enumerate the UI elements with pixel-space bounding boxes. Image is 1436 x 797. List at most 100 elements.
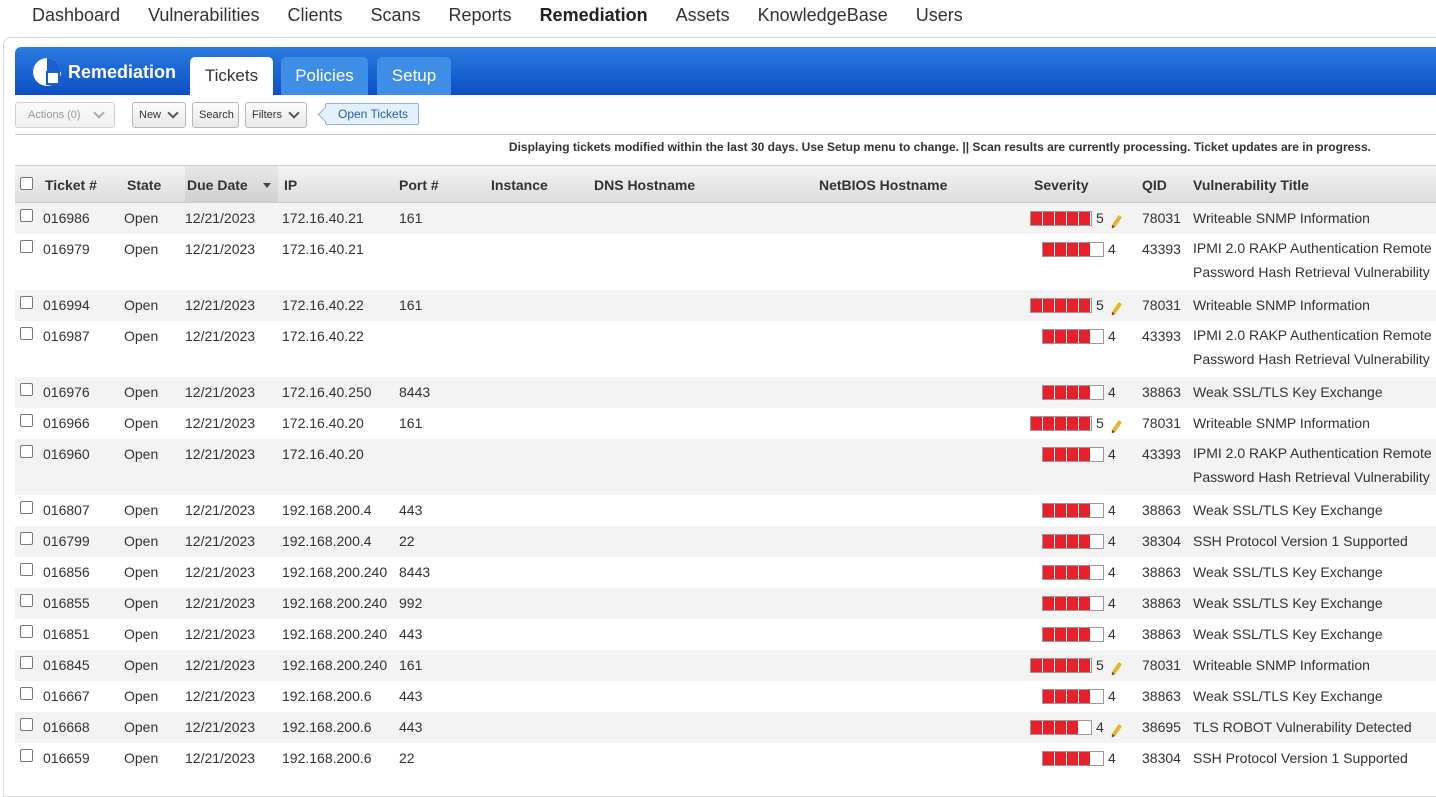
- col-instance[interactable]: Instance: [491, 177, 548, 193]
- col-qid[interactable]: QID: [1142, 177, 1167, 193]
- row-checkbox[interactable]: [20, 749, 33, 762]
- pencil-icon[interactable]: [1111, 214, 1123, 228]
- row-checkbox[interactable]: [20, 563, 33, 576]
- row-checkbox[interactable]: [20, 594, 33, 607]
- row-checkbox[interactable]: [20, 383, 33, 396]
- col-port[interactable]: Port #: [399, 177, 439, 193]
- nav-reports[interactable]: Reports: [449, 5, 512, 26]
- col-ip[interactable]: IP: [284, 177, 297, 193]
- nav-remediation[interactable]: Remediation: [540, 5, 648, 26]
- ticket-state: Open: [124, 688, 159, 704]
- table-row[interactable]: 016799 Open 12/21/2023 192.168.200.4 22 4 3830…: [15, 526, 1436, 557]
- severity-bar: [1042, 751, 1104, 766]
- severity-segment: [1067, 628, 1079, 641]
- port-number: 161: [399, 657, 423, 673]
- severity-segment: [1067, 386, 1079, 399]
- ticket-state: Open: [124, 719, 159, 735]
- col-ticket[interactable]: Ticket #: [45, 177, 97, 193]
- tab-setup[interactable]: Setup: [377, 57, 451, 95]
- qid: 38863: [1142, 626, 1181, 642]
- severity-segment: [1067, 417, 1079, 430]
- row-checkbox[interactable]: [20, 501, 33, 514]
- table-row[interactable]: 016976 Open 12/21/2023 172.16.40.250 8443 4 38…: [15, 377, 1436, 408]
- search-button[interactable]: Search: [192, 102, 239, 128]
- remediation-logo-icon: [32, 57, 62, 87]
- nav-clients[interactable]: Clients: [287, 5, 342, 26]
- severity-level: 5: [1096, 297, 1104, 313]
- vulnerability-title: Weak SSL/TLS Key Exchange: [1193, 502, 1383, 518]
- col-state[interactable]: State: [127, 177, 161, 193]
- row-checkbox[interactable]: [20, 718, 33, 731]
- severity-segment: [1079, 212, 1091, 225]
- row-checkbox[interactable]: [20, 532, 33, 545]
- table-row[interactable]: 016845 Open 12/21/2023 192.168.200.240 161 5 7…: [15, 650, 1436, 681]
- severity-bar: [1042, 534, 1104, 549]
- nav-knowledgebase[interactable]: KnowledgeBase: [758, 5, 888, 26]
- select-all-checkbox[interactable]: [20, 177, 33, 190]
- row-checkbox[interactable]: [20, 687, 33, 700]
- table-row[interactable]: 016667 Open 12/21/2023 192.168.200.6 443 4 388…: [15, 681, 1436, 712]
- actions-dropdown[interactable]: Actions (0): [15, 102, 115, 128]
- row-checkbox[interactable]: [20, 445, 33, 458]
- table-row[interactable]: 016987 Open 12/21/2023 172.16.40.22 4 43393 IP…: [15, 321, 1436, 377]
- table-row[interactable]: 016856 Open 12/21/2023 192.168.200.240 8443 4…: [15, 557, 1436, 588]
- col-severity[interactable]: Severity: [1034, 177, 1088, 193]
- severity-segment: [1067, 659, 1079, 672]
- row-checkbox[interactable]: [20, 625, 33, 638]
- ip-address: 192.168.200.240: [282, 564, 388, 580]
- severity-segment: [1079, 597, 1091, 610]
- table-row[interactable]: 016807 Open 12/21/2023 192.168.200.4 443 4 388…: [15, 495, 1436, 526]
- table-row[interactable]: 016668 Open 12/21/2023 192.168.200.6 443 4 386…: [15, 712, 1436, 743]
- row-checkbox[interactable]: [20, 656, 33, 669]
- nav-assets[interactable]: Assets: [676, 5, 730, 26]
- pencil-icon[interactable]: [1111, 723, 1123, 737]
- new-dropdown[interactable]: New: [132, 102, 186, 128]
- new-label: New: [139, 109, 162, 121]
- row-checkbox[interactable]: [20, 209, 33, 222]
- tab-tickets[interactable]: Tickets: [190, 57, 273, 95]
- severity-segment: [1067, 330, 1079, 343]
- severity-level: 4: [1096, 719, 1104, 735]
- nav-users[interactable]: Users: [916, 5, 963, 26]
- table-row[interactable]: 016960 Open 12/21/2023 172.16.40.20 4 43393 IP…: [15, 439, 1436, 495]
- severity-segment: [1091, 628, 1103, 641]
- nav-vulnerabilities[interactable]: Vulnerabilities: [148, 5, 259, 26]
- table-row[interactable]: 016851 Open 12/21/2023 192.168.200.240 443 4 3…: [15, 619, 1436, 650]
- module-header-bar: Remediation Tickets Policies Setup: [15, 47, 1436, 95]
- col-due-date[interactable]: Due Date: [187, 177, 248, 193]
- top-nav: Dashboard Vulnerabilities Clients Scans Repo…: [0, 0, 1436, 30]
- nav-dashboard[interactable]: Dashboard: [32, 5, 120, 26]
- severity-segment: [1055, 386, 1067, 399]
- row-checkbox[interactable]: [20, 240, 33, 253]
- nav-scans[interactable]: Scans: [371, 5, 421, 26]
- pencil-icon[interactable]: [1111, 419, 1123, 433]
- due-date: 12/21/2023: [185, 241, 256, 257]
- pencil-icon[interactable]: [1111, 301, 1123, 315]
- severity-segment: [1055, 299, 1067, 312]
- col-dns-hostname[interactable]: DNS Hostname: [594, 177, 695, 193]
- port-number: 161: [399, 210, 423, 226]
- ticket-state: Open: [124, 241, 159, 257]
- module-title: Remediation: [68, 61, 177, 82]
- pencil-icon[interactable]: [1111, 661, 1123, 675]
- ticket-state: Open: [124, 626, 159, 642]
- table-row[interactable]: 016994 Open 12/21/2023 172.16.40.22 161 5 7803…: [15, 290, 1436, 321]
- row-checkbox[interactable]: [20, 296, 33, 309]
- table-row[interactable]: 016979 Open 12/21/2023 172.16.40.21 4 43393 IP…: [15, 234, 1436, 290]
- table-row[interactable]: 016855 Open 12/21/2023 192.168.200.240 992 4 3…: [15, 588, 1436, 619]
- ticket-number: 016856: [43, 564, 90, 580]
- col-netbios-hostname[interactable]: NetBIOS Hostname: [819, 177, 947, 193]
- filters-dropdown[interactable]: Filters: [245, 102, 307, 128]
- severity-bar: [1042, 596, 1104, 611]
- tab-policies[interactable]: Policies: [281, 57, 368, 95]
- table-row[interactable]: 016986 Open 12/21/2023 172.16.40.21 161 5 7803…: [15, 203, 1436, 234]
- ip-address: 192.168.200.4: [282, 502, 372, 518]
- open-tickets-filter-tag[interactable]: Open Tickets: [325, 103, 420, 125]
- row-checkbox[interactable]: [20, 327, 33, 340]
- table-row[interactable]: 016966 Open 12/21/2023 172.16.40.20 161 5 7803…: [15, 408, 1436, 439]
- row-checkbox[interactable]: [20, 414, 33, 427]
- col-vulnerability-title[interactable]: Vulnerability Title: [1193, 177, 1309, 193]
- ticket-state: Open: [124, 384, 159, 400]
- vulnerability-title: Writeable SNMP Information: [1193, 210, 1370, 226]
- table-row[interactable]: 016659 Open 12/21/2023 192.168.200.6 22 4 3830…: [15, 743, 1436, 774]
